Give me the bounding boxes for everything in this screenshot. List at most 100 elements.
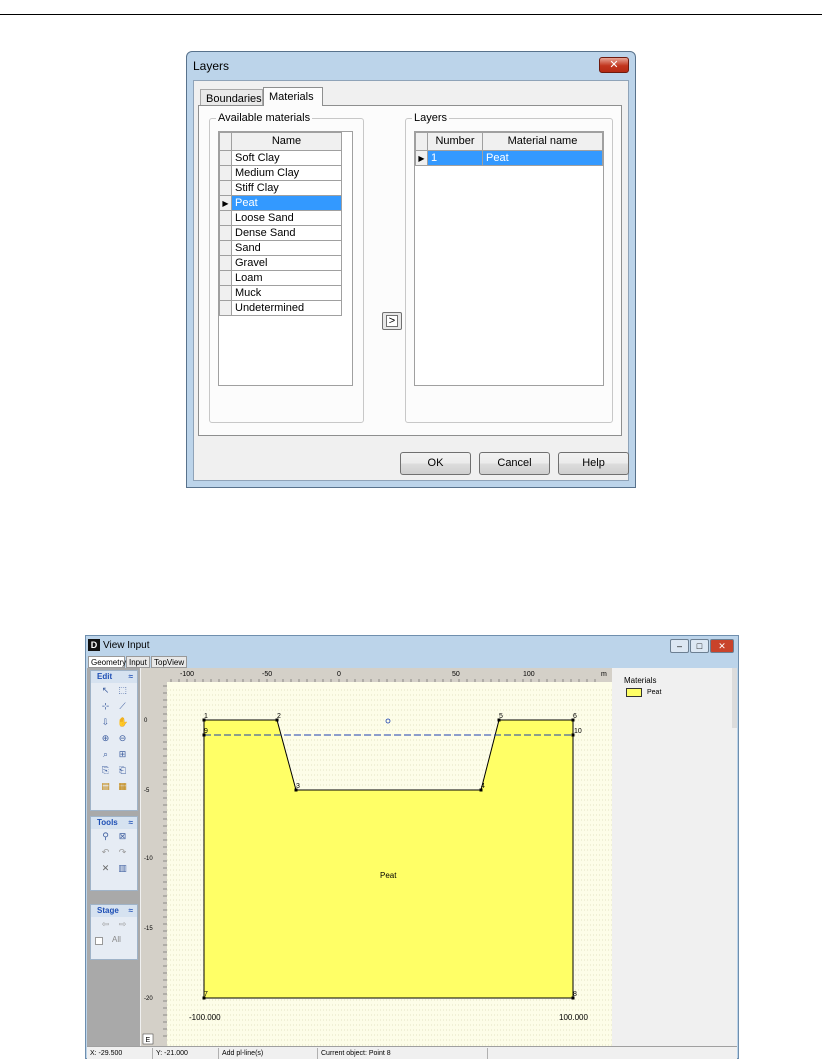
chevron-right-icon: > bbox=[386, 315, 398, 327]
list-item[interactable]: Soft Clay bbox=[219, 150, 342, 166]
number-column-header[interactable]: Number bbox=[427, 132, 483, 151]
app-logo-icon: D bbox=[88, 639, 100, 652]
list-item[interactable]: Undetermined bbox=[219, 300, 342, 316]
row-indicator bbox=[219, 165, 232, 181]
row-indicator bbox=[219, 300, 232, 316]
material-name-column-header[interactable]: Material name bbox=[482, 132, 603, 151]
view-title-text: View Input bbox=[103, 640, 150, 651]
point-label: 9 bbox=[204, 728, 208, 735]
minimize-button[interactable]: – bbox=[670, 639, 689, 653]
edit-toolbox-header[interactable]: Edit ≈ bbox=[91, 671, 137, 683]
redo-icon[interactable]: ↷ bbox=[117, 847, 128, 858]
tab-input[interactable]: Input bbox=[126, 656, 150, 668]
stage-toolbox-header[interactable]: Stage ≈ bbox=[91, 905, 137, 917]
available-materials-grid[interactable]: Name Soft Clay Medium Clay Stiff Clay ▶ Peat… bbox=[218, 131, 353, 386]
list-item[interactable]: Loam bbox=[219, 270, 342, 286]
list-item[interactable]: Dense Sand bbox=[219, 225, 342, 241]
point-label: 3 bbox=[296, 783, 300, 790]
list-item[interactable]: Muck bbox=[219, 285, 342, 301]
delete-icon[interactable]: ✕ bbox=[100, 863, 111, 874]
tab-boundaries[interactable]: Boundaries bbox=[200, 89, 263, 106]
zoom-limits-icon[interactable]: ⌕ bbox=[100, 749, 111, 760]
copy-icon[interactable]: ⎘ bbox=[100, 765, 111, 776]
tool-b-icon[interactable]: ⊠ bbox=[117, 831, 128, 842]
y-tick-label: -15 bbox=[144, 926, 153, 932]
measure-icon[interactable]: ⊞ bbox=[117, 749, 128, 760]
x-tick-label: -50 bbox=[262, 671, 272, 678]
layer-icon[interactable]: ▤ bbox=[100, 781, 111, 792]
layers-header-row: Number Material name bbox=[415, 132, 603, 151]
close-button[interactable]: ✕ bbox=[599, 57, 629, 73]
stage-toolbox: Stage ≈ ⇦ ⇨ All bbox=[90, 904, 138, 960]
undo-icon[interactable]: ↶ bbox=[100, 847, 111, 858]
view-body: Edit ≈ ↖ ⬚ ⊹ ⟋ ⇩ ✋ ⊕ ⊖ ⌕ ⊞ ⎘ ⎗ ▤ ▦ Tools ≈ ⚲ ⊠ ↶ ↷ … bbox=[87, 668, 737, 1046]
stage-left-icon[interactable]: ⇦ bbox=[100, 919, 111, 930]
row-indicator bbox=[219, 210, 232, 226]
tool-a-icon[interactable]: ⚲ bbox=[100, 831, 111, 842]
list-item[interactable]: Sand bbox=[219, 240, 342, 256]
zoom-out-icon[interactable]: ⊖ bbox=[117, 733, 128, 744]
geometry-canvas[interactable]: -100 -50 0 50 100 m 0 -5 -10 -15 -20 E 1 2 3 4 5 6 7 8 9 10 Pe… bbox=[141, 668, 612, 1046]
list-item[interactable]: Medium Clay bbox=[219, 165, 342, 181]
row-indicator bbox=[219, 270, 232, 286]
point-label: 6 bbox=[573, 713, 577, 720]
stage-right-icon[interactable]: ⇨ bbox=[117, 919, 128, 930]
select-region-icon[interactable]: ⬚ bbox=[117, 685, 128, 696]
zoom-in-icon[interactable]: ⊕ bbox=[100, 733, 111, 744]
collapse-icon: ≈ bbox=[128, 818, 133, 827]
ruler-corner-label: E bbox=[146, 1037, 151, 1044]
list-item[interactable]: Loose Sand bbox=[219, 210, 342, 226]
maximize-button[interactable]: □ bbox=[690, 639, 709, 653]
table-row[interactable]: ▶ 1 Peat bbox=[415, 150, 603, 166]
tab-geometry[interactable]: Geometry bbox=[88, 656, 126, 668]
tab-topview[interactable]: TopView bbox=[151, 656, 187, 668]
geometry-svg[interactable]: -100 -50 0 50 100 m0-5-10-15-20E1 23 45 67 89 10Pe… bbox=[141, 668, 612, 1046]
y-tick-label: -10 bbox=[144, 856, 153, 862]
select-icon[interactable]: ↖ bbox=[100, 685, 111, 696]
edit-toolbox: Edit ≈ ↖ ⬚ ⊹ ⟋ ⇩ ✋ ⊕ ⊖ ⌕ ⊞ ⎘ ⎗ ▤ ▦ bbox=[90, 670, 138, 811]
material-name: Stiff Clay bbox=[231, 180, 342, 196]
row-indicator bbox=[219, 150, 232, 166]
tab-materials[interactable]: Materials bbox=[263, 87, 323, 106]
all-stages-checkbox[interactable] bbox=[95, 937, 103, 945]
table-icon[interactable]: ▥ bbox=[117, 863, 128, 874]
cancel-button[interactable]: Cancel bbox=[479, 452, 550, 475]
material-name: Dense Sand bbox=[231, 225, 342, 241]
point-label: 1 bbox=[204, 713, 208, 720]
status-x: X: -29.500 bbox=[87, 1048, 153, 1059]
add-point-icon[interactable]: ⊹ bbox=[100, 701, 111, 712]
tools-toolbox-header[interactable]: Tools ≈ bbox=[91, 817, 137, 829]
point-label: 10 bbox=[574, 728, 582, 735]
panel-scrollbar[interactable] bbox=[732, 668, 737, 728]
close-button[interactable]: ✕ bbox=[710, 639, 734, 653]
add-line-icon[interactable]: ⟋ bbox=[117, 701, 128, 712]
help-button[interactable]: Help bbox=[558, 452, 629, 475]
paste-icon[interactable]: ⎗ bbox=[117, 765, 128, 776]
layers-dialog: Layers ✕ Boundaries Materials Available … bbox=[186, 51, 636, 488]
view-title: D View Input bbox=[88, 638, 150, 654]
collapse-icon: ≈ bbox=[128, 672, 133, 681]
material-name: Muck bbox=[231, 285, 342, 301]
list-item[interactable]: ▶ Peat bbox=[219, 195, 342, 211]
dialog-client: Boundaries Materials Available materials… bbox=[193, 80, 629, 481]
list-item[interactable]: Gravel bbox=[219, 255, 342, 271]
add-layer-button[interactable]: > bbox=[382, 312, 402, 330]
point-label: 2 bbox=[277, 713, 281, 720]
name-column-header[interactable]: Name bbox=[231, 132, 342, 151]
layer-label: Peat bbox=[380, 871, 397, 880]
top-ruler bbox=[141, 668, 612, 682]
x-tick-label: -100 bbox=[180, 671, 194, 678]
list-item[interactable]: Stiff Clay bbox=[219, 180, 342, 196]
ok-button[interactable]: OK bbox=[400, 452, 471, 475]
y-tick-label: -20 bbox=[144, 996, 153, 1002]
hand-icon[interactable]: ✋ bbox=[117, 717, 128, 728]
grid-icon[interactable]: ▦ bbox=[117, 781, 128, 792]
row-indicator bbox=[219, 180, 232, 196]
layer-material: Peat bbox=[482, 150, 603, 166]
pan-down-icon[interactable]: ⇩ bbox=[100, 717, 111, 728]
material-name: Loam bbox=[231, 270, 342, 286]
material-name: Loose Sand bbox=[231, 210, 342, 226]
materials-panel-title: Materials bbox=[624, 676, 657, 685]
peat-legend-label: Peat bbox=[647, 689, 662, 696]
layers-grid[interactable]: Number Material name ▶ 1 Peat bbox=[414, 131, 604, 386]
